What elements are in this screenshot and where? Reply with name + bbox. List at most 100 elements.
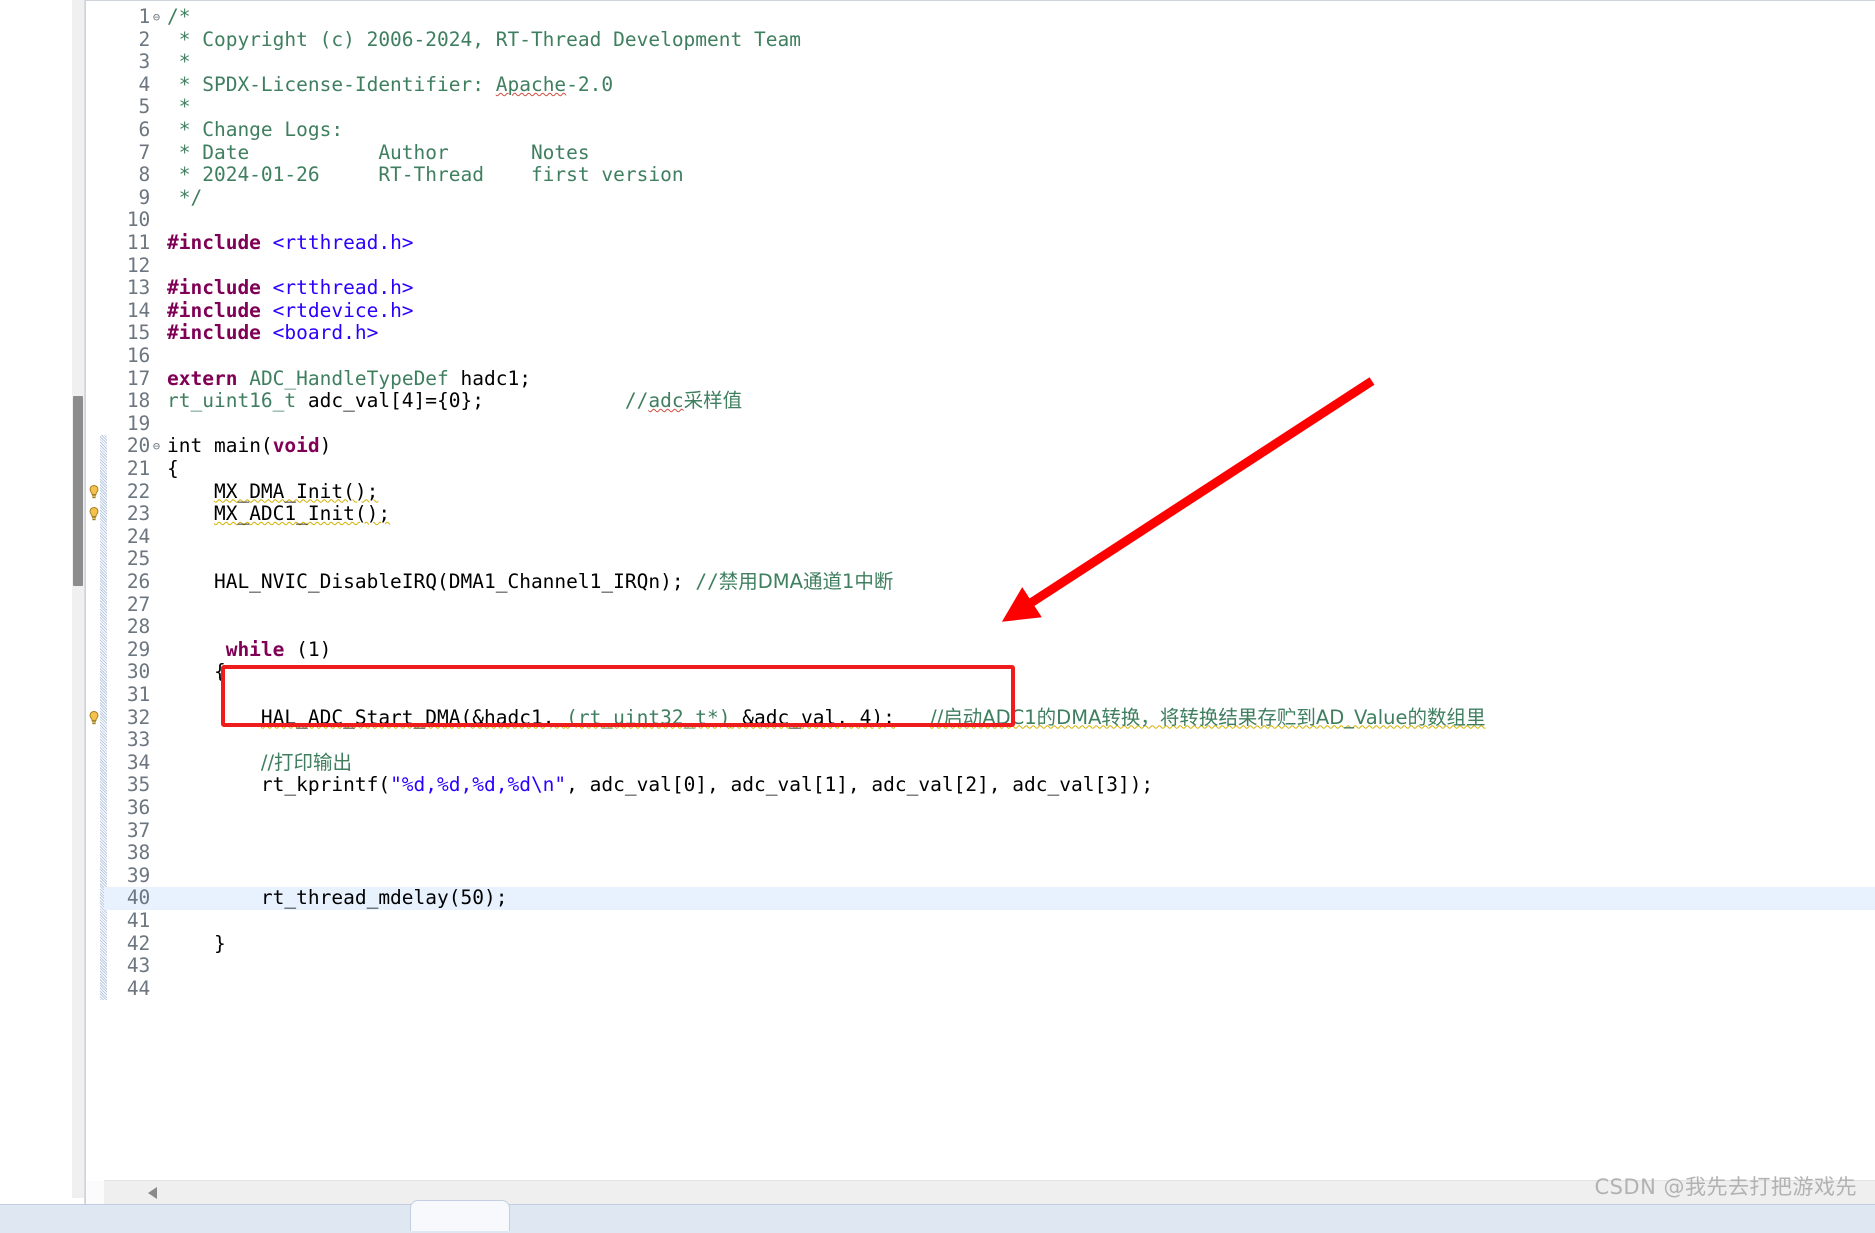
line-number: 12 <box>126 253 150 277</box>
line-number: 13 <box>126 276 150 300</box>
token-comment: */ <box>167 185 203 209</box>
code-line-42[interactable]: 42 } <box>104 931 1875 956</box>
line-number: 22 <box>126 479 150 503</box>
code-line-14[interactable]: 14 #include <rtdevice.h> <box>104 298 1875 323</box>
code-line-44[interactable]: 44 <box>104 977 1875 1001</box>
code-line-13[interactable]: 13 #include <rtthread.h> <box>104 276 1875 300</box>
code-line-7[interactable]: 7 * Date Author Notes <box>104 141 1875 165</box>
outer-vertical-scrollbar-thumb[interactable] <box>73 396 83 586</box>
code-line-27[interactable]: 27 <box>104 593 1875 617</box>
code-line-16[interactable]: 16 <box>104 344 1875 368</box>
token-comment: * 2024-01-26 RT-Thread first version <box>167 163 684 187</box>
token-plain: adc_val[4]={0}; <box>296 389 484 413</box>
code-line-17[interactable]: 17 extern ADC_HandleTypeDef hadc1; <box>104 366 1875 391</box>
line-number: 19 <box>126 411 150 435</box>
code-line-25[interactable]: 25 <box>104 548 1875 571</box>
code-line-1[interactable]: 1 ⊖/* <box>104 5 1875 29</box>
code-line-3[interactable]: 3 * <box>104 50 1875 74</box>
line-number: 28 <box>126 615 150 639</box>
code-line-24[interactable]: 24 <box>104 525 1875 549</box>
line-number: 33 <box>126 728 150 752</box>
token-prep: #include <box>167 298 261 322</box>
workbench-left-strip <box>0 0 85 1205</box>
token-comment: // <box>695 570 719 593</box>
code-line-30[interactable]: 30 { <box>104 661 1875 684</box>
code-line-35[interactable]: 35 rt_kprintf("%d,%d,%d,%d\n", adc_val[0… <box>104 774 1875 797</box>
token-warn: MX_DMA_Init(); <box>213 479 379 503</box>
editor-code-area[interactable]: 1 ⊖/* 2 * Copyright (c) 2006-2024, RT-Thre… <box>104 1 1875 1181</box>
line-number: 42 <box>126 931 150 955</box>
code-line-36[interactable]: 36 <box>104 796 1875 820</box>
editor-annotation-ruler[interactable] <box>86 1 107 1181</box>
code-line-41[interactable]: 41 <box>104 909 1875 933</box>
code-line-12[interactable]: 12 <box>104 253 1875 278</box>
code-line-23[interactable]: 23 MX_ADC1_Init(); <box>104 502 1875 526</box>
line-number: 4 <box>138 72 150 96</box>
token-comment: * <box>167 50 191 74</box>
token-plain: , adc_val[0], adc_val[1], adc_val[2], ad… <box>566 773 1154 797</box>
fold-toggle-icon[interactable]: ⊖ <box>150 435 163 458</box>
token-prep: #include <box>167 276 261 300</box>
code-line-10[interactable]: 10 <box>104 209 1875 232</box>
code-line-20[interactable]: 20 ⊖ int main(void) <box>104 435 1875 458</box>
code-line-39[interactable]: 39 <box>104 864 1875 888</box>
token-comment-zh: 采样值 <box>683 389 743 413</box>
code-text: rt_thread_mdelay(50); <box>163 887 508 910</box>
code-line-26[interactable]: 26 HAL_NVIC_DisableIRQ(DMA1_Channel1_IRQ… <box>104 570 1875 594</box>
code-line-43[interactable]: 43 <box>104 955 1875 978</box>
fold-toggle-icon[interactable]: ⊖ <box>150 6 163 29</box>
code-editor[interactable]: 1 ⊖/* 2 * Copyright (c) 2006-2024, RT-Thre… <box>85 0 1875 1205</box>
code-line-11[interactable]: 11 #include <rtthread.h> <box>104 231 1875 255</box>
code-line-31[interactable]: 31 <box>104 683 1875 707</box>
outer-vertical-scrollbar-track[interactable] <box>72 0 84 1198</box>
token-type: ADC_HandleTypeDef <box>249 366 449 390</box>
code-line-38[interactable]: 38 <box>104 842 1875 865</box>
code-line-4[interactable]: 4 * SPDX-License-Identifier: Apache-2.0 <box>104 72 1875 97</box>
code-text: * Date Author Notes <box>163 141 590 165</box>
line-number: 41 <box>126 909 150 932</box>
code-line-9[interactable]: 9 */ <box>104 185 1875 210</box>
code-line-6[interactable]: 6 * Change Logs: <box>104 118 1875 142</box>
code-line-5[interactable]: 5 * <box>104 96 1875 119</box>
watermark-text: CSDN @我先去打把游戏先 <box>1594 1175 1857 1199</box>
code-text: * Change Logs: <box>163 118 343 142</box>
code-line-34[interactable]: 34 //打印输出 <box>104 751 1875 775</box>
code-line-8[interactable]: 8 * 2024-01-26 RT-Thread first version <box>104 163 1875 187</box>
bottom-panel-tab[interactable] <box>118 1207 418 1233</box>
code-line-22[interactable]: 22 MX_DMA_Init(); <box>104 479 1875 504</box>
code-line-33[interactable]: 33 <box>104 729 1875 752</box>
code-line-21[interactable]: 21 { <box>104 457 1875 481</box>
code-line-2[interactable]: 2 * Copyright (c) 2006-2024, RT-Thread D… <box>104 27 1875 52</box>
line-number: 2 <box>138 27 150 51</box>
bottom-panel-active-tab[interactable] <box>410 1200 510 1231</box>
line-number: 3 <box>138 50 150 74</box>
code-line-18[interactable]: 18 rt_uint16_t adc_val[4]={0}; //adc采样值 <box>104 389 1875 413</box>
code-line-37[interactable]: 37 <box>104 819 1875 843</box>
line-number: 40 <box>126 886 150 910</box>
code-line-15[interactable]: 15 #include <board.h> <box>104 322 1875 345</box>
line-number: 25 <box>126 547 150 571</box>
code-line-19[interactable]: 19 <box>104 411 1875 436</box>
code-line-32[interactable]: 32 HAL_ADC_Start_DMA(&hadc1, (rt_uint32_… <box>104 706 1875 730</box>
code-line-29[interactable]: 29 while (1) <box>104 638 1875 662</box>
code-line-40[interactable]: 40 rt_thread_mdelay(50); <box>104 887 1875 910</box>
scroll-left-arrow-icon[interactable] <box>148 1187 157 1199</box>
code-line-28[interactable]: 28 <box>104 616 1875 639</box>
